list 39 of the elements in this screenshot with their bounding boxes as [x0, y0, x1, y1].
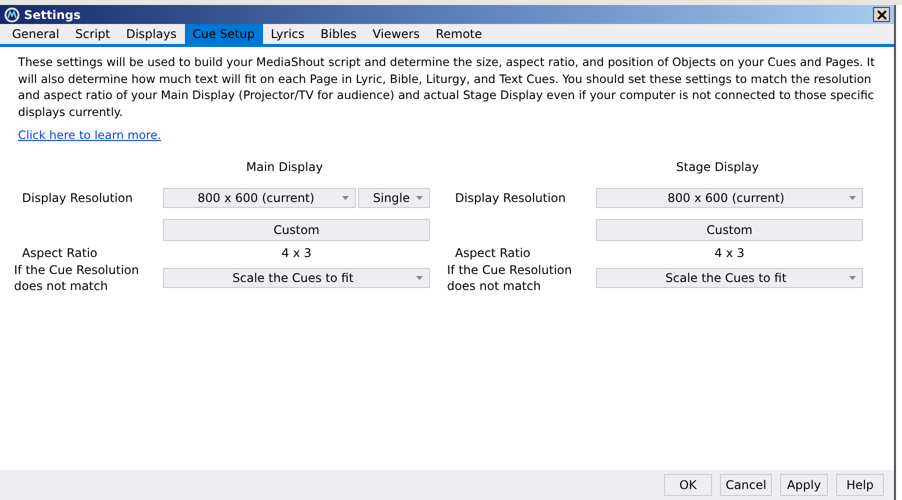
close-button[interactable]	[873, 7, 890, 22]
app-logo-icon	[4, 6, 20, 22]
dialog-button[interactable]: Cancel	[720, 474, 772, 496]
caret-icon	[342, 196, 349, 200]
panel-heading: Stage Display	[675, 160, 760, 176]
mode-dropdown[interactable]: Single	[358, 188, 430, 208]
tab[interactable]: Displays	[118, 24, 185, 44]
field-label: Aspect Ratio	[21, 246, 98, 260]
caret-icon	[416, 276, 423, 280]
caret-icon	[849, 196, 856, 200]
learn-more-link[interactable]: Click here to learn more.	[18, 128, 162, 142]
custom-button[interactable]: Custom	[163, 219, 430, 241]
resolution-dropdown[interactable]: 800 x 600 (current)	[163, 188, 356, 208]
window-title: Settings	[24, 8, 81, 22]
scaling-dropdown[interactable]: Scale the Cues to fit	[163, 268, 430, 288]
tab[interactable]: Cue Setup	[184, 24, 263, 44]
aspect-ratio-value: 4 x 3	[280, 246, 312, 260]
tab[interactable]: Bibles	[312, 24, 365, 44]
field-label: If the Cue Resolution does not match	[14, 262, 140, 294]
custom-button[interactable]: Custom	[596, 219, 863, 241]
resolution-dropdown[interactable]: 800 x 600 (current)	[596, 188, 863, 208]
tab[interactable]: General	[4, 24, 68, 44]
field-label: Aspect Ratio	[454, 246, 532, 260]
dialog-button[interactable]: Apply	[780, 474, 828, 496]
tab[interactable]: Lyrics	[262, 24, 313, 44]
field-label: Display Resolution	[21, 191, 134, 205]
tab[interactable]: Remote	[428, 24, 490, 44]
dialog-button[interactable]: OK	[664, 474, 712, 496]
caret-icon	[416, 196, 423, 200]
dialog-button[interactable]: Help	[836, 474, 884, 496]
tab[interactable]: Script	[67, 24, 118, 44]
description-text: These settings will be used to build your MediaShout script and determine the size, aspect ratio, and position of Objects on your Cues and Pages. It will also determine how much text will fit on each Page in Lyric, Bible, Liturgy, and Text Cues. You should set these settings to match the resolution and aspect ratio of your Main Display (Projector/TV for audience) and actual Stage Display even if your computer is not connected to those specific displays currently.	[18, 54, 876, 120]
tab[interactable]: Viewers	[364, 24, 428, 44]
field-label: Display Resolution	[454, 191, 567, 205]
field-label: If the Cue Resolution does not match	[447, 262, 573, 294]
panel-heading: Main Display	[245, 160, 324, 176]
caret-icon	[849, 276, 856, 280]
aspect-ratio-value: 4 x 3	[714, 246, 746, 260]
scaling-dropdown[interactable]: Scale the Cues to fit	[596, 268, 863, 288]
